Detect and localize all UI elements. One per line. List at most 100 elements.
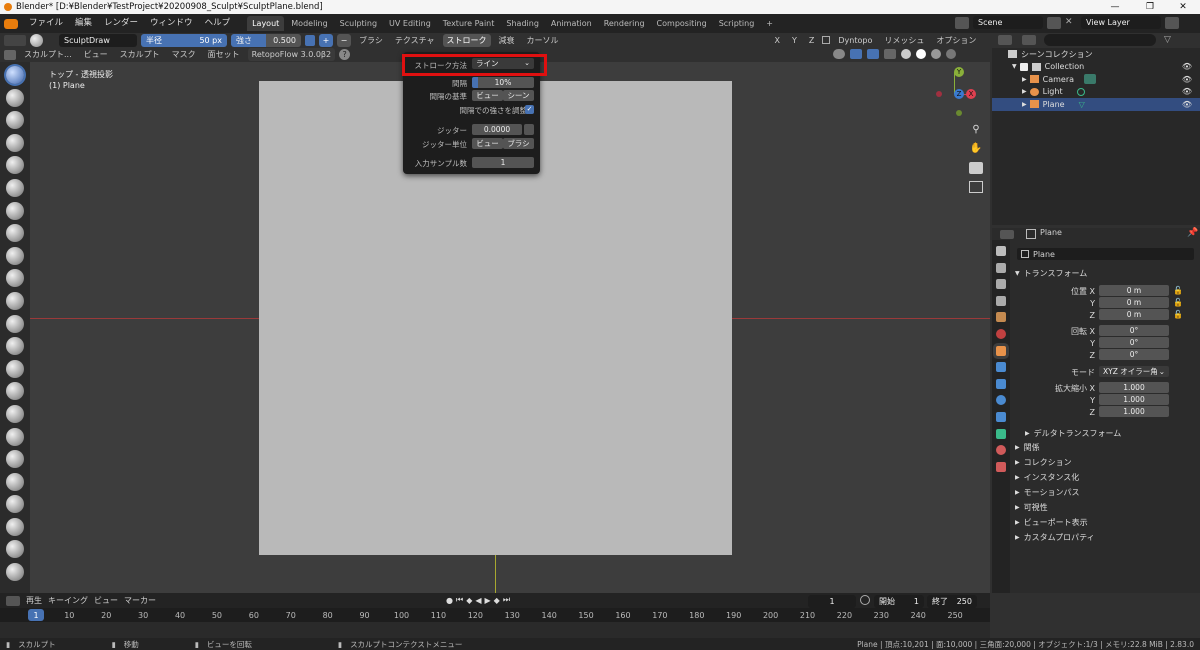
viewport-display-panel[interactable]: ▶ ビューポート表示: [1015, 516, 1088, 528]
menu-help[interactable]: ヘルプ: [200, 16, 236, 31]
filter-icon[interactable]: ▽: [1164, 35, 1176, 45]
clock-icon[interactable]: [860, 595, 870, 605]
gizmo-neg-y[interactable]: [956, 110, 962, 116]
symmetry-x-toggle[interactable]: X: [771, 34, 784, 47]
zoom-icon[interactable]: ⚲: [969, 124, 983, 136]
instancing-panel[interactable]: ▶ インスタンス化: [1015, 471, 1079, 483]
gizmo-y-axis[interactable]: Y: [954, 67, 964, 77]
scene-collection-row[interactable]: シーンコレクション: [992, 48, 1200, 61]
tab-uv-editing[interactable]: UV Editing: [384, 16, 436, 31]
scrape-brush-icon[interactable]: [6, 337, 24, 356]
menu-render[interactable]: レンダー: [99, 16, 143, 31]
data-tab-icon[interactable]: [996, 428, 1006, 439]
scale-x-field[interactable]: 1.000: [1099, 382, 1169, 393]
tab-sculpting[interactable]: Sculpting: [335, 16, 382, 31]
minimize-button[interactable]: —: [1100, 0, 1130, 14]
lock-icon[interactable]: 🔓: [1173, 309, 1183, 321]
pan-hand-icon[interactable]: ✋: [969, 143, 983, 155]
light-data-icon[interactable]: [1076, 87, 1085, 96]
motion-paths-panel[interactable]: ▶ モーションパス: [1015, 486, 1079, 498]
tab-layout[interactable]: Layout: [247, 16, 285, 31]
view-layer-tab-icon[interactable]: [996, 295, 1006, 306]
clay-brush-icon[interactable]: [6, 111, 24, 130]
collection-row[interactable]: ▼ Collection 👁: [992, 61, 1200, 74]
ortho-grid-icon[interactable]: [969, 181, 983, 193]
camera-data-icon[interactable]: [1084, 74, 1097, 85]
display-mode-icon[interactable]: [1022, 35, 1036, 45]
dyntopo-menu[interactable]: Dyntopo: [834, 34, 876, 47]
shading-material-icon[interactable]: [931, 49, 941, 59]
render-tab-icon[interactable]: [996, 262, 1006, 273]
view-menu[interactable]: ビュー: [80, 48, 112, 61]
record-icon[interactable]: ●: [446, 596, 453, 605]
output-tab-icon[interactable]: [996, 279, 1006, 290]
timeline-track-area[interactable]: [0, 622, 990, 638]
menu-edit[interactable]: 編集: [70, 16, 97, 31]
jitter-unit-view-button[interactable]: ビュー: [472, 138, 503, 149]
physics-tab-icon[interactable]: [996, 395, 1006, 406]
tab-texture-paint[interactable]: Texture Paint: [438, 16, 500, 31]
dyntopo-checkbox[interactable]: [822, 36, 831, 44]
texture-tab-icon[interactable]: [996, 461, 1006, 472]
draw-brush-icon[interactable]: [6, 66, 24, 84]
collection-checkbox[interactable]: [1019, 62, 1028, 71]
delta-transform-panel[interactable]: ▶ デルタトランスフォーム: [1025, 427, 1121, 439]
slide-relax-brush-icon[interactable]: [6, 563, 24, 582]
adjust-strength-checkbox[interactable]: ✓: [525, 105, 534, 114]
brush-preview-icon[interactable]: [30, 33, 43, 47]
expand-arrow-icon[interactable]: ▶: [1022, 76, 1027, 83]
pinch-brush-icon[interactable]: [6, 382, 24, 401]
constraints-tab-icon[interactable]: [996, 411, 1006, 422]
scene-tab-icon[interactable]: [996, 312, 1006, 323]
inflate-brush-icon[interactable]: [6, 201, 24, 220]
scene-selector-icon[interactable]: [955, 16, 969, 29]
tab-modeling[interactable]: Modeling: [286, 16, 332, 31]
expand-arrow-icon[interactable]: ▶: [1022, 101, 1027, 108]
navigation-gizmo[interactable]: Y X Z: [925, 65, 985, 125]
layer-brush-icon[interactable]: [6, 178, 24, 197]
texture-menu[interactable]: テクスチャ: [391, 34, 439, 47]
rotation-x-field[interactable]: 0°: [1099, 325, 1169, 336]
face-sets-menu[interactable]: 面セット: [204, 48, 244, 61]
jitter-pressure-icon[interactable]: [524, 124, 534, 135]
scale-y-field[interactable]: 1.000: [1099, 394, 1169, 405]
new-view-layer-icon[interactable]: [1165, 16, 1179, 29]
strength-field[interactable]: 強さ 0.500: [231, 33, 301, 47]
jitter-field[interactable]: 0.0000: [472, 124, 522, 135]
location-z-field[interactable]: 0 m: [1099, 309, 1169, 320]
remesh-menu[interactable]: リメッシュ: [880, 34, 928, 47]
material-tab-icon[interactable]: [996, 445, 1006, 456]
plane-visibility-icon[interactable]: 👁: [1182, 100, 1192, 109]
lock-icon[interactable]: 🔓: [1173, 285, 1183, 297]
crease-brush-icon[interactable]: [6, 246, 24, 265]
symmetry-y-toggle[interactable]: Y: [788, 34, 801, 47]
rotation-y-field[interactable]: 0°: [1099, 337, 1169, 348]
current-frame-field[interactable]: 1: [808, 595, 856, 608]
light-visibility-icon[interactable]: 👁: [1182, 87, 1192, 96]
spacing-base-scene-button[interactable]: シーン: [503, 90, 534, 101]
location-y-field[interactable]: 0 m: [1099, 297, 1169, 308]
xray-icon[interactable]: [884, 49, 896, 59]
collections-panel[interactable]: ▶ コレクション: [1015, 456, 1072, 468]
mask-menu[interactable]: マスク: [168, 48, 200, 61]
keying-menu[interactable]: キーイング: [48, 595, 88, 606]
camera-view-icon[interactable]: [969, 162, 983, 174]
sculpt-menu[interactable]: スカルプト: [116, 48, 164, 61]
collection-visibility-icon[interactable]: 👁: [1182, 62, 1192, 71]
snake-hook-brush-icon[interactable]: [6, 450, 24, 469]
timeline-view-menu[interactable]: ビュー: [94, 595, 118, 606]
shading-solid-icon[interactable]: [916, 49, 926, 59]
smooth-brush-icon[interactable]: [6, 269, 24, 288]
visibility-icon[interactable]: [833, 49, 845, 59]
properties-editor-type-icon[interactable]: [1000, 230, 1014, 239]
editor-type-icon[interactable]: [4, 34, 26, 46]
world-tab-icon[interactable]: [996, 328, 1006, 339]
camera-visibility-icon[interactable]: 👁: [1182, 75, 1192, 84]
menu-window[interactable]: ウィンドウ: [145, 16, 198, 31]
rotation-z-field[interactable]: 0°: [1099, 349, 1169, 360]
visibility-panel[interactable]: ▶ 可視性: [1015, 501, 1048, 513]
end-frame-field[interactable]: 終了 250: [927, 595, 977, 608]
rotation-mode-dropdown[interactable]: XYZ オイラー角 ⌄: [1099, 366, 1169, 377]
overlay-icon[interactable]: [867, 49, 879, 59]
thumb-brush-icon[interactable]: [6, 472, 24, 491]
